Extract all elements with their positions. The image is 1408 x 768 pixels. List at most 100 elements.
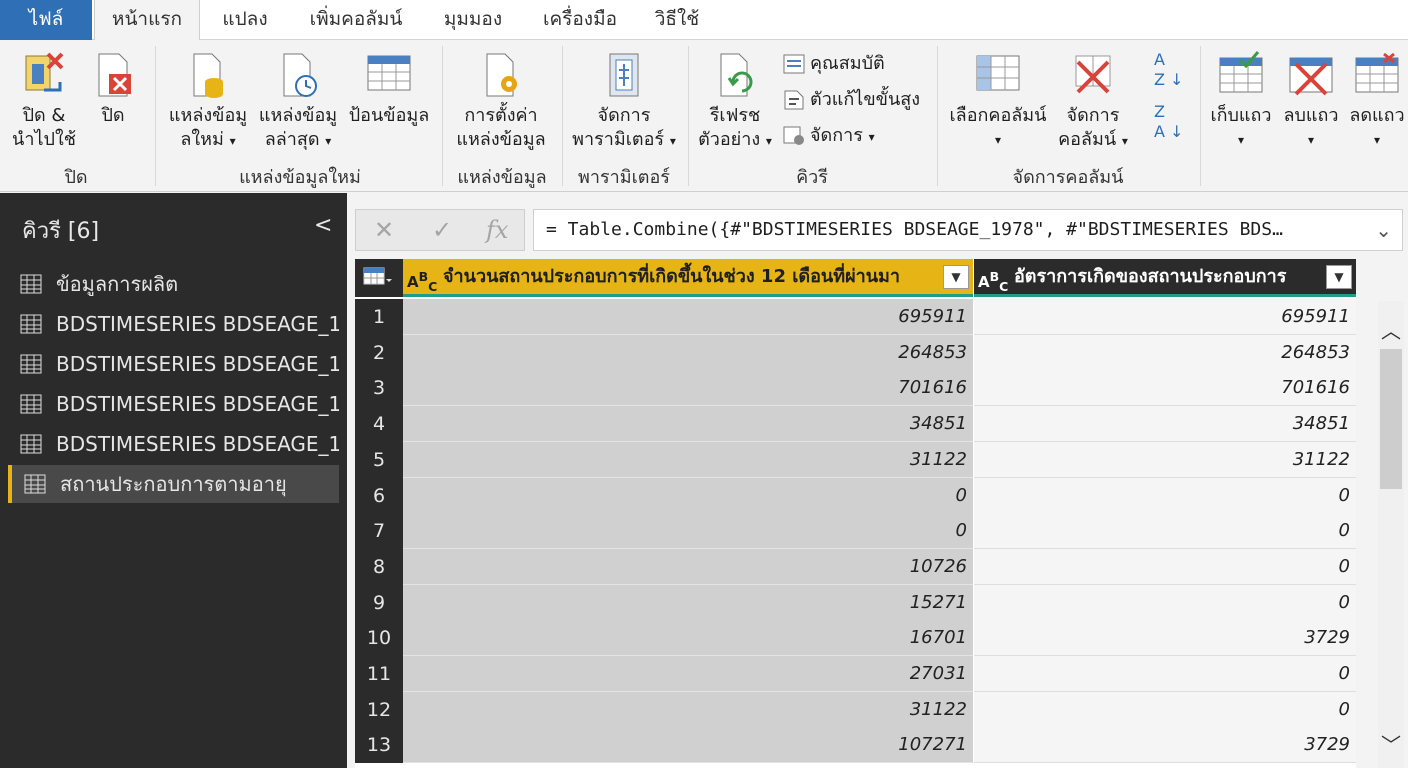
tab-help[interactable]: วิธีใช้ <box>642 0 712 40</box>
formula-text: = Table.Combine({#"BDSTIMESERIES BDSEAGE… <box>546 219 1283 240</box>
cell-births-12-months[interactable]: 0 <box>403 513 973 549</box>
tab-add-column[interactable]: เพิ่มคอลัมน์ <box>292 0 420 40</box>
column-header-selected[interactable]: ABC จำนวนสถานประกอบการที่เกิดขึ้นในช่วง … <box>403 259 973 297</box>
row-number[interactable]: 11 <box>355 656 403 692</box>
enter-data-button[interactable]: ป้อนข้อมูล <box>344 50 434 128</box>
cell-birth-rate[interactable]: 695911 <box>974 299 1356 335</box>
recent-sources-button[interactable]: แหล่งข้อมู ลล่าสุด ▾ <box>256 50 340 153</box>
formula-bar[interactable]: = Table.Combine({#"BDSTIMESERIES BDSEAGE… <box>533 209 1403 251</box>
cell-birth-rate[interactable]: 3729 <box>974 620 1356 656</box>
vertical-scrollbar[interactable]: ︿ ﹀ <box>1378 301 1404 768</box>
cell-birth-rate[interactable]: 0 <box>974 656 1356 692</box>
refresh-label-2: ตัวอย่าง <box>698 129 761 150</box>
row-number[interactable]: 3 <box>355 370 403 406</box>
query-item[interactable]: BDSTIMESERIES BDSEAGE_1... <box>8 345 339 383</box>
cell-birth-rate[interactable]: 3729 <box>974 727 1356 763</box>
cell-birth-rate[interactable]: 0 <box>974 478 1356 514</box>
cell-births-12-months[interactable]: 695911 <box>403 299 973 335</box>
refresh-preview-button[interactable]: รีเฟรช ตัวอย่าง ▾ <box>694 50 776 153</box>
cell-births-12-months[interactable]: 0 <box>403 478 973 514</box>
new-source-button[interactable]: แหล่งข้อมู ลใหม่ ▾ <box>162 50 254 153</box>
main-area: ✕ ✓ fx = Table.Combine({#"BDSTIMESERIES … <box>347 193 1408 768</box>
table-menu-button[interactable] <box>355 259 403 297</box>
close-apply-button[interactable]: ปิด & นำไปใช้ <box>6 50 82 152</box>
scroll-up-chevron-icon[interactable]: ︿ <box>1381 315 1401 344</box>
cell-birth-rate[interactable]: 264853 <box>974 335 1356 371</box>
cell-births-12-months[interactable]: 107271 <box>403 727 973 763</box>
reduce-rows-icon <box>1355 52 1399 93</box>
cell-births-12-months[interactable]: 15271 <box>403 585 973 621</box>
row-number[interactable]: 1 <box>355 299 403 335</box>
keep-rows-button[interactable]: เก็บแถว ▾ <box>1206 50 1276 152</box>
row-number[interactable]: 9 <box>355 585 403 621</box>
cell-birth-rate[interactable]: 31122 <box>974 442 1356 478</box>
tab-file[interactable]: ไฟล์ <box>0 0 92 40</box>
expand-formula-chevron-icon[interactable]: ⌄ <box>1375 210 1392 250</box>
close-button[interactable]: ปิด <box>90 50 136 128</box>
cell-births-12-months[interactable]: 31122 <box>403 442 973 478</box>
query-item[interactable]: BDSTIMESERIES BDSEAGE_1... <box>8 425 339 463</box>
row-number[interactable]: 7 <box>355 513 403 549</box>
query-item-selected[interactable]: สถานประกอบการตามอายุ <box>8 465 339 503</box>
cell-birth-rate[interactable]: 0 <box>974 585 1356 621</box>
cell-births-12-months[interactable]: 16701 <box>403 620 973 656</box>
tab-tools[interactable]: เครื่องมือ <box>525 0 635 40</box>
column-filter-dropdown-icon[interactable]: ▼ <box>943 265 969 289</box>
close-label: ปิด <box>101 105 125 126</box>
cell-births-12-months[interactable]: 31122 <box>403 692 973 728</box>
manage-query-button[interactable]: จัดการ ▾ <box>782 124 875 149</box>
cell-birth-rate[interactable]: 0 <box>974 513 1356 549</box>
reduce-rows-button[interactable]: ลดแถว ▾ <box>1346 50 1408 152</box>
tab-transform[interactable]: แปลง <box>205 0 285 40</box>
row-number[interactable]: 5 <box>355 442 403 478</box>
recent-sources-label-1: แหล่งข้อมู <box>258 105 338 126</box>
table-icon <box>20 434 42 454</box>
cell-birth-rate[interactable]: 0 <box>974 692 1356 728</box>
row-number[interactable]: 13 <box>355 727 403 763</box>
row-number[interactable]: 2 <box>355 335 403 371</box>
cell-births-12-months[interactable]: 264853 <box>403 335 973 371</box>
cell-births-12-months[interactable]: 27031 <box>403 656 973 692</box>
cancel-icon[interactable]: ✕ <box>374 216 394 244</box>
column-filter-dropdown-icon[interactable]: ▼ <box>1326 265 1352 289</box>
cell-birth-rate[interactable]: 701616 <box>974 370 1356 406</box>
commit-check-icon[interactable]: ✓ <box>432 216 452 244</box>
close-apply-label-2: นำไปใช้ <box>12 129 76 150</box>
new-source-icon <box>193 53 223 98</box>
choose-columns-button[interactable]: เลือกคอลัมน์ ▾ <box>944 50 1052 152</box>
table-icon <box>24 474 46 494</box>
remove-columns-button[interactable]: จัดการ คอลัมน์ ▾ <box>1054 50 1132 153</box>
query-item[interactable]: BDSTIMESERIES BDSEAGE_1... <box>8 385 339 423</box>
row-number[interactable]: 4 <box>355 406 403 442</box>
properties-button[interactable]: คุณสมบัติ <box>782 52 885 76</box>
tab-home[interactable]: หน้าแรก <box>94 0 200 41</box>
source-settings-button[interactable]: การตั้งค่า แหล่งข้อมูล <box>448 50 554 152</box>
row-number[interactable]: 8 <box>355 549 403 585</box>
sort-ascending-button[interactable]: AZ ↓ <box>1154 50 1183 90</box>
cell-births-12-months[interactable]: 34851 <box>403 406 973 442</box>
collapse-pane-chevron-icon[interactable]: < <box>314 213 332 238</box>
query-item[interactable]: ข้อมูลการผลิต <box>8 265 339 303</box>
cell-birth-rate[interactable]: 0 <box>974 549 1356 585</box>
cell-birth-rate[interactable]: 34851 <box>974 406 1356 442</box>
new-source-label-2: ลใหม่ <box>180 129 224 150</box>
cell-births-12-months[interactable]: 701616 <box>403 370 973 406</box>
scroll-down-chevron-icon[interactable]: ﹀ <box>1381 729 1401 758</box>
remove-rows-button[interactable]: ลบแถว ▾ <box>1278 50 1344 152</box>
advanced-editor-button[interactable]: ตัวแก้ไขขั้นสูง <box>782 88 920 112</box>
keep-rows-label: เก็บแถว <box>1210 105 1272 126</box>
query-item[interactable]: BDSTIMESERIES BDSEAGE_1... <box>8 305 339 343</box>
row-number[interactable]: 12 <box>355 692 403 728</box>
scrollbar-thumb[interactable] <box>1380 349 1402 489</box>
fx-icon[interactable]: fx <box>486 216 508 244</box>
group-label-new-query: แหล่งข้อมูลใหม่ <box>239 167 361 188</box>
row-number[interactable]: 10 <box>355 620 403 656</box>
column-header[interactable]: ABC อัตราการเกิดของสถานประกอบการ ▼ <box>974 259 1356 297</box>
manage-parameters-button[interactable]: จัดการ พารามิเตอร์ ▾ <box>566 50 682 153</box>
data-grid: ABC จำนวนสถานประกอบการที่เกิดขึ้นในช่วง … <box>355 259 1356 768</box>
group-label-manage-columns: จัดการคอลัมน์ <box>1012 167 1124 188</box>
cell-births-12-months[interactable]: 10726 <box>403 549 973 585</box>
sort-descending-button[interactable]: ZA ↓ <box>1154 102 1183 142</box>
row-number[interactable]: 6 <box>355 478 403 514</box>
tab-view[interactable]: มุมมอง <box>428 0 518 40</box>
